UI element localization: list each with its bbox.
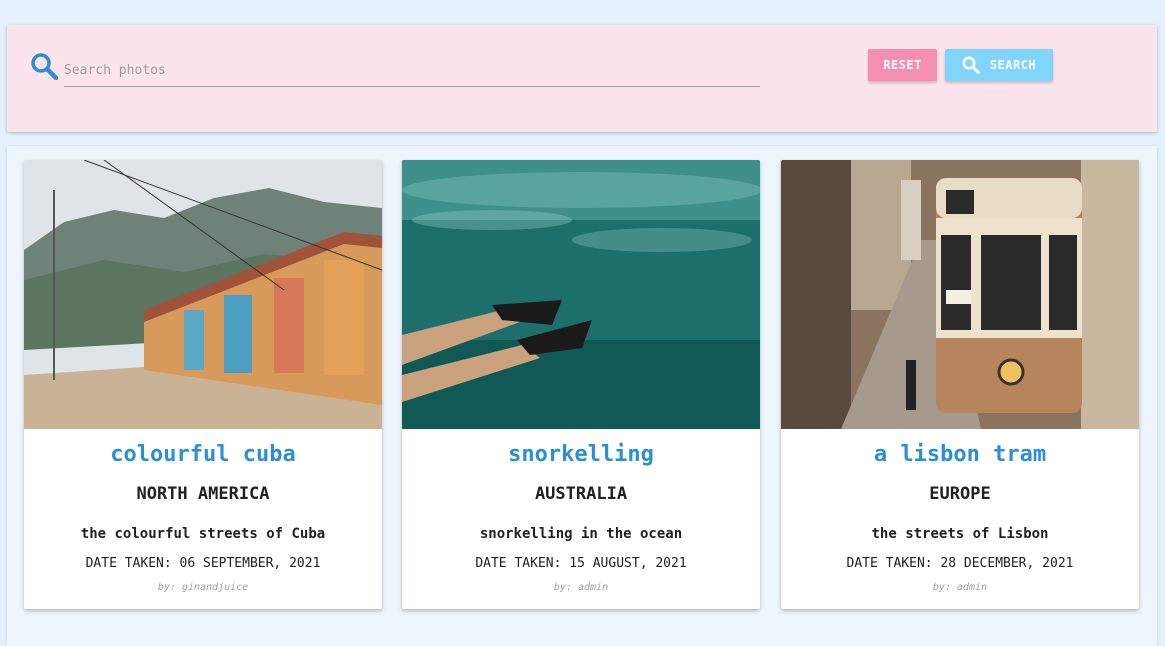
card-date: DATE TAKEN: 06 SEPTEMBER, 2021 bbox=[85, 556, 321, 571]
photo-card[interactable]: colourful cuba NORTH AMERICA the colourf… bbox=[24, 160, 382, 609]
card-author: by: admin bbox=[553, 582, 609, 593]
search-button[interactable]: SEARCH bbox=[945, 49, 1053, 81]
card-region: NORTH AMERICA bbox=[136, 484, 270, 504]
tram-photo[interactable] bbox=[781, 160, 1139, 429]
results-panel: colourful cuba NORTH AMERICA the colourf… bbox=[7, 146, 1157, 646]
card-description: snorkelling in the ocean bbox=[479, 526, 683, 542]
photo-card[interactable]: snorkelling AUSTRALIA snorkelling in the… bbox=[402, 160, 760, 609]
card-title[interactable]: snorkelling bbox=[402, 442, 760, 467]
card-date: DATE TAKEN: 15 AUGUST, 2021 bbox=[475, 556, 687, 571]
reset-button-label: RESET bbox=[883, 58, 922, 72]
reset-button[interactable]: RESET bbox=[868, 49, 937, 81]
card-date: DATE TAKEN: 28 DECEMBER, 2021 bbox=[846, 556, 1074, 571]
search-input[interactable] bbox=[64, 55, 760, 87]
photo-card[interactable]: a lisbon tram EUROPE the streets of Lisb… bbox=[781, 160, 1139, 609]
card-title[interactable]: a lisbon tram bbox=[781, 442, 1139, 467]
underwater-photo[interactable] bbox=[402, 160, 760, 429]
card-author: by: ginandjuice bbox=[157, 582, 249, 593]
search-button-icon bbox=[962, 56, 980, 74]
card-description: the streets of Lisbon bbox=[871, 526, 1049, 542]
card-region: EUROPE bbox=[929, 484, 991, 504]
card-author: by: admin bbox=[932, 582, 988, 593]
card-region: AUSTRALIA bbox=[534, 484, 628, 504]
street-photo[interactable] bbox=[24, 160, 382, 429]
search-icon bbox=[31, 53, 58, 80]
search-panel: RESET SEARCH bbox=[7, 25, 1157, 132]
card-description: the colourful streets of Cuba bbox=[80, 526, 326, 542]
search-button-label: SEARCH bbox=[989, 58, 1037, 72]
card-title[interactable]: colourful cuba bbox=[24, 442, 382, 467]
